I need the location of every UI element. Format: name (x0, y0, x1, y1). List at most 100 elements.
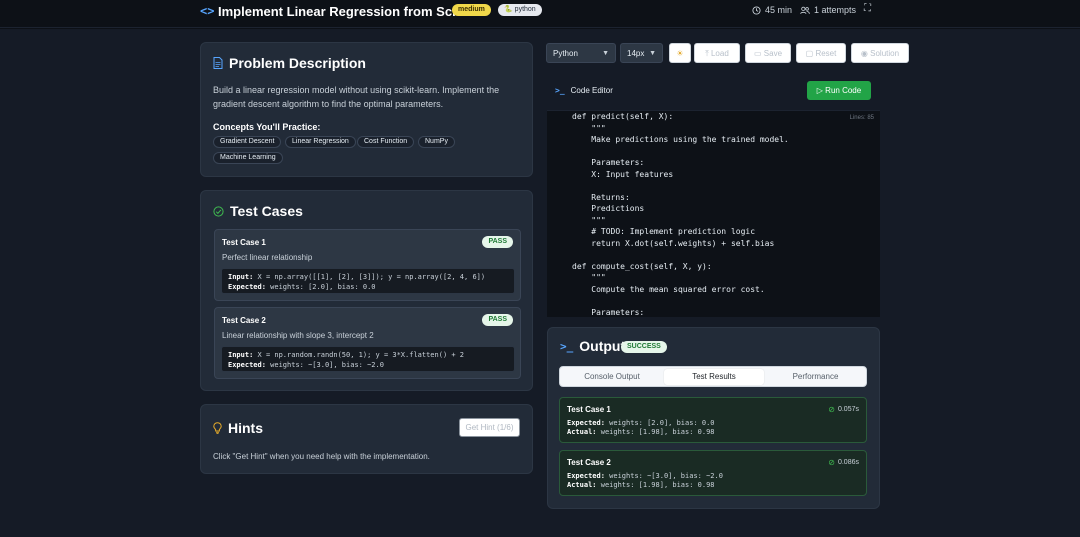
sun-icon: ☀ (676, 49, 684, 58)
expected-value: weights: [2.0], bias: 0.0 (609, 419, 715, 427)
run-code-label: Run Code (825, 86, 862, 95)
font-size-select[interactable]: 14px ▼ (620, 43, 663, 63)
test-case-description: Linear relationship with slope 3, interc… (222, 331, 374, 340)
input-value: X = np.random.randn(50, 1); y = 3*X.flat… (257, 351, 465, 359)
reset-button[interactable]: ▢ Reset (796, 43, 846, 63)
test-case-code: Input: X = np.random.randn(50, 1); y = 3… (221, 346, 515, 372)
actual-label: Actual: (567, 428, 597, 436)
document-icon (213, 57, 223, 69)
check-circle-icon: ⊘ (828, 405, 835, 414)
lightbulb-icon (213, 422, 222, 434)
problem-description-text-2: gradient descent algorithm to find the o… (213, 99, 444, 109)
input-label: Input: (228, 273, 254, 281)
concept-tag: Gradient Descent (213, 136, 282, 148)
line-count: Lines: 85 (849, 115, 874, 121)
test-result-time: ⊘ 0.057s (828, 405, 859, 414)
hints-title: Hints (228, 420, 263, 436)
expected-label: Expected: (228, 361, 266, 369)
hints-text: Click "Get Hint" when you need help with… (213, 452, 430, 461)
concept-tag: Machine Learning (213, 152, 283, 164)
load-label: Load (710, 49, 729, 58)
save-icon: ▭ (753, 49, 762, 58)
fullscreen-icon[interactable]: ⛶ (864, 3, 871, 14)
output-tabs: Console Output Test Results Performance (559, 366, 867, 387)
solution-label: Solution (870, 49, 900, 58)
save-button[interactable]: ▭ Save (745, 43, 791, 63)
language-badge-label: python (514, 6, 536, 13)
test-result-item: Test Case 2 ⊘ 0.086s Expected: weights: … (559, 450, 867, 496)
python-icon: 🐍 (504, 6, 513, 13)
actual-value: weights: [1.98], bias: 0.98 (600, 428, 715, 436)
test-case-item[interactable]: Test Case 1 PASS Perfect linear relation… (214, 229, 521, 301)
tab-console-output[interactable]: Console Output (562, 369, 662, 385)
test-result-time-value: 0.086s (837, 459, 859, 466)
expected-value: weights: ~[3.0], bias: ~2.0 (609, 472, 723, 480)
test-case-item[interactable]: Test Case 2 PASS Linear relationship wit… (214, 307, 521, 379)
code-editor-label: >_ Code Editor (555, 86, 613, 95)
pass-badge: PASS (482, 236, 513, 248)
problem-description-text-1: Build a linear regression model without … (213, 85, 500, 95)
code-editor[interactable]: def predict(self, X): """ Make predictio… (547, 110, 880, 317)
clock-icon (752, 5, 761, 15)
input-label: Input: (228, 351, 254, 359)
test-result-time: ⊘ 0.086s (828, 458, 859, 467)
test-result-time-value: 0.057s (837, 406, 859, 413)
language-select-value: Python (553, 49, 578, 58)
code-editor-title: Code Editor (570, 86, 613, 95)
test-result-actual: Actual: weights: [1.98], bias: 0.98 (567, 428, 715, 436)
test-result-name: Test Case 1 (567, 405, 611, 414)
chevron-down-icon: ▼ (602, 50, 609, 57)
expected-value: weights: [2.0], bias: 0.0 (270, 283, 376, 291)
test-result-expected: Expected: weights: [2.0], bias: 0.0 (567, 419, 715, 427)
reset-label: Reset (815, 49, 837, 58)
test-cases-card: Test Cases Test Case 1 PASS Perfect line… (200, 190, 533, 391)
font-size-select-value: 14px (627, 49, 645, 58)
code-icon: <> (200, 4, 215, 18)
chevron-down-icon: ▼ (649, 50, 656, 57)
concepts-title: Concepts You'll Practice: (213, 122, 321, 132)
test-case-name: Test Case 1 (222, 238, 266, 247)
input-value: X = np.array([[1], [2], [3]]); y = np.ar… (257, 273, 486, 281)
users-icon (800, 6, 810, 14)
eye-icon: ◉ (860, 49, 868, 58)
time-label: 45 min (765, 5, 793, 15)
output-heading: >_ Output (560, 338, 625, 354)
code-content[interactable]: def predict(self, X): """ Make predictio… (572, 111, 789, 317)
test-case-code: Input: X = np.array([[1], [2], [3]]); y … (221, 268, 515, 294)
problem-description-card: Problem Description Build a linear regre… (200, 42, 533, 177)
load-button[interactable]: ⤒ Load (694, 43, 740, 63)
language-badge: 🐍 python (498, 4, 542, 16)
problem-title: Implement Linear Regression from Scratch (218, 4, 484, 19)
expected-value: weights: ~[3.0], bias: ~2.0 (270, 361, 384, 369)
header-bar: <> Implement Linear Regression from Scra… (0, 0, 1080, 28)
difficulty-badge: medium (452, 4, 491, 16)
time-limit: 45 min (752, 5, 792, 15)
hints-card: Hints Click "Get Hint" when you need hel… (200, 404, 533, 474)
expected-label: Expected: (228, 283, 266, 291)
test-result-name: Test Case 2 (567, 458, 611, 467)
theme-toggle-button[interactable]: ☀ (669, 43, 691, 63)
upload-icon: ⤒ (705, 49, 709, 58)
terminal-icon: >_ (555, 86, 565, 95)
language-select[interactable]: Python ▼ (546, 43, 616, 63)
tab-performance[interactable]: Performance (766, 369, 865, 385)
test-result-item: Test Case 1 ⊘ 0.057s Expected: weights: … (559, 397, 867, 443)
problem-description-title: Problem Description (229, 55, 366, 71)
tab-test-results[interactable]: Test Results (664, 369, 764, 385)
solution-button[interactable]: ◉ Solution (851, 43, 909, 63)
check-circle-icon (213, 205, 224, 217)
attempts-count: 1 attempts (800, 5, 856, 15)
reset-icon: ▢ (805, 49, 814, 58)
get-hint-button[interactable]: Get Hint (1/6) (459, 418, 520, 437)
actual-value: weights: [1.98], bias: 0.98 (600, 481, 715, 489)
status-badge: SUCCESS (621, 341, 667, 353)
actual-label: Actual: (567, 481, 597, 489)
attempts-label: 1 attempts (814, 5, 857, 15)
concept-tag: Linear Regression (285, 136, 356, 148)
play-icon: ▷ (816, 86, 823, 95)
hints-heading: Hints (213, 420, 263, 436)
run-code-button[interactable]: ▷ Run Code (807, 81, 871, 100)
terminal-icon: >_ (560, 339, 574, 353)
main-area (0, 29, 1080, 537)
output-title: Output (579, 338, 626, 354)
